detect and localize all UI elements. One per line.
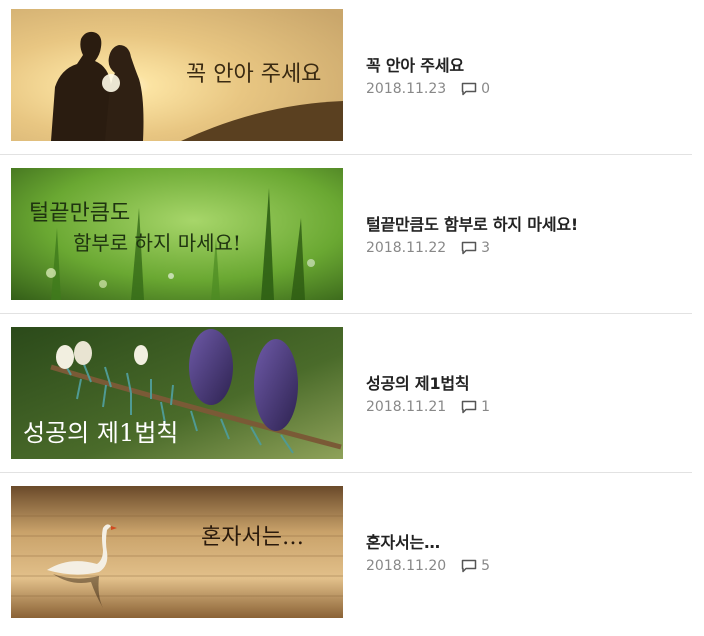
pine-cones-image: 성공의 제1법칙 <box>11 327 343 459</box>
post-date: 2018.11.20 <box>366 558 447 574</box>
comment-icon <box>461 241 477 255</box>
post-thumbnail-link[interactable]: 혼자서는… <box>11 486 343 618</box>
comment-count: 3 <box>481 240 491 256</box>
post-meta: 2018.11.20 5 <box>366 558 490 574</box>
post-text: 성공의 제1법칙 2018.11.21 1 <box>366 318 686 468</box>
comment-icon <box>461 400 477 414</box>
post-meta: 2018.11.21 1 <box>366 399 490 415</box>
comment-count-link[interactable]: 3 <box>461 240 490 256</box>
comment-count: 0 <box>481 81 491 97</box>
post-title-link[interactable]: 성공의 제1법칙 <box>366 370 470 394</box>
post-item[interactable]: 성공의 제1법칙 성공의 제1법칙 2018.11.21 1 <box>0 318 692 477</box>
post-date: 2018.11.21 <box>366 399 447 415</box>
post-meta: 2018.11.22 3 <box>366 240 490 256</box>
comment-icon <box>461 559 477 573</box>
post-date: 2018.11.22 <box>366 240 447 256</box>
post-title-link[interactable]: 꼭 안아 주세요 <box>366 52 464 76</box>
post-text: 꼭 안아 주세요 2018.11.23 0 <box>366 0 686 150</box>
thumbnail-caption: 혼자서는… <box>201 525 304 550</box>
post-item[interactable]: 혼자서는… 혼자서는… 2018.11.20 5 <box>0 477 692 636</box>
comment-count: 1 <box>481 399 491 415</box>
post-thumbnail-link[interactable]: 꼭 안아 주세요 <box>11 9 343 141</box>
comment-icon <box>461 82 477 96</box>
post-title-link[interactable]: 혼자서는… <box>366 529 440 553</box>
post-text: 털끝만큼도 함부로 하지 마세요! 2018.11.22 3 <box>366 159 686 309</box>
couple-sunset-image: 꼭 안아 주세요 <box>11 9 343 141</box>
comment-count-link[interactable]: 0 <box>461 81 490 97</box>
post-thumbnail-link[interactable]: 털끝만큼도 함부로 하지 마세요! <box>11 168 343 300</box>
comment-count: 5 <box>481 558 491 574</box>
post-item[interactable]: 털끝만큼도 함부로 하지 마세요! 털끝만큼도 함부로 하지 마세요! 2018… <box>0 159 692 318</box>
post-thumbnail-link[interactable]: 성공의 제1법칙 <box>11 327 343 459</box>
green-grass-image: 털끝만큼도 함부로 하지 마세요! <box>11 168 343 300</box>
thumbnail-caption: 성공의 제1법칙 <box>23 419 178 447</box>
post-meta: 2018.11.23 0 <box>366 81 490 97</box>
divider <box>0 313 692 314</box>
comment-count-link[interactable]: 1 <box>461 399 490 415</box>
post-title-link[interactable]: 털끝만큼도 함부로 하지 마세요! <box>366 211 578 235</box>
post-list: 꼭 안아 주세요 꼭 안아 주세요 2018.11.23 0 털끝만큼도 함부로… <box>0 0 704 628</box>
thumbnail-caption-line1: 털끝만큼도 <box>29 201 130 226</box>
comment-count-link[interactable]: 5 <box>461 558 490 574</box>
thumbnail-caption-line2: 함부로 하지 마세요! <box>73 231 241 255</box>
swan-lake-image: 혼자서는… <box>11 486 343 618</box>
post-date: 2018.11.23 <box>366 81 447 97</box>
divider <box>0 472 692 473</box>
thumbnail-caption: 꼭 안아 주세요 <box>186 62 321 87</box>
post-text: 혼자서는… 2018.11.20 5 <box>366 477 686 627</box>
post-item[interactable]: 꼭 안아 주세요 꼭 안아 주세요 2018.11.23 0 <box>0 0 692 159</box>
divider <box>0 154 692 155</box>
